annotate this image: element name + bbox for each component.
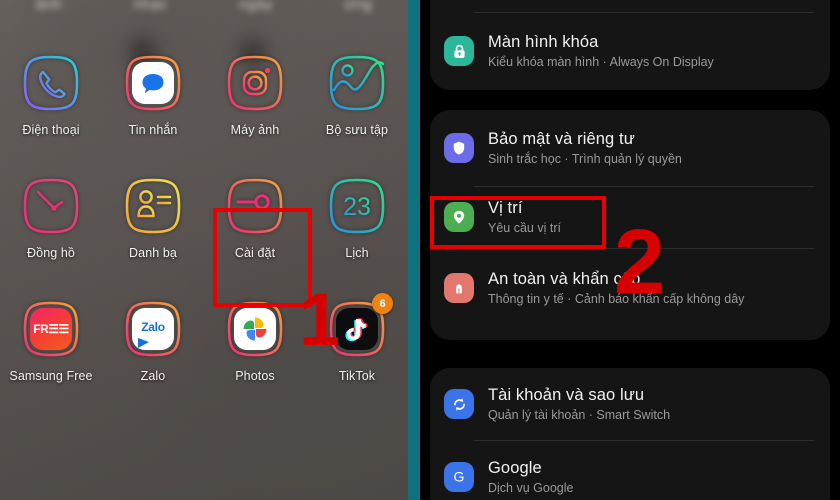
zalo-icon: Zalo — [122, 298, 184, 360]
notification-badge: 6 — [372, 293, 393, 314]
blurred-label: ngày — [238, 0, 274, 13]
settings-item-google[interactable]: G Google Dịch vụ Google — [430, 440, 830, 500]
clock-icon — [20, 175, 82, 237]
app-label: Máy ảnh — [230, 123, 280, 137]
svg-text:G: G — [454, 469, 465, 485]
panel-divider — [408, 0, 420, 500]
svg-text:23: 23 — [343, 193, 371, 221]
settings-item-man-hinh-khoa[interactable]: Màn hình khóa Kiểu khóa màn hình · Alway… — [430, 14, 830, 88]
lock-icon — [444, 36, 474, 66]
settings-item-an-toan-va-khan-cap[interactable]: An toàn và khẩn cấp Thông tin y tế · Cản… — [430, 248, 830, 328]
list-divider — [474, 248, 814, 249]
tutorial-screenshot: ảnh nhạc ngày ứng Điện thoại Tin nhắn Má… — [0, 0, 840, 500]
list-divider — [474, 186, 814, 187]
app-icon-tiktok[interactable]: 6 TikTok — [306, 293, 408, 383]
app-label: Danh bạ — [129, 246, 177, 260]
samsung-free-wordmark: FR☰☰ — [33, 322, 69, 336]
app-icon-bo-suu-tap[interactable]: Bộ sưu tập — [306, 52, 408, 137]
blurred-label: nhạc — [133, 0, 168, 13]
app-label: Photos — [235, 369, 275, 383]
app-icon-cai-dat[interactable]: Cài đặt — [204, 175, 306, 260]
google-photos-icon — [224, 298, 286, 360]
blurred-top-labels: ảnh nhạc ngày ứng — [0, 0, 408, 13]
app-label: Điện thoại — [22, 123, 80, 137]
app-icon-samsung-free[interactable]: FR☰☰ Samsung Free — [0, 298, 102, 383]
settings-item-title: Google — [488, 458, 542, 477]
settings-item-subtitle: Thông tin y tế · Cảnh báo khẩn cấp không… — [488, 292, 745, 307]
samsung-free-icon: FR☰☰ — [20, 298, 82, 360]
settings-icon — [224, 175, 286, 237]
settings-item-vi-tri[interactable]: Vị trí Yêu cầu vị trí — [430, 186, 830, 248]
settings-card-privacy-group: Bảo mật và riêng tư Sinh trắc học · Trìn… — [430, 110, 830, 340]
settings-item-subtitle: Quản lý tài khoản · Smart Switch — [488, 408, 671, 423]
tiktok-icon: 6 — [326, 293, 393, 360]
shield-icon — [444, 133, 474, 163]
blurred-label: ảnh — [35, 0, 63, 13]
app-grid: Điện thoại Tin nhắn Máy ảnh Bộ sưu tập Đ… — [0, 52, 408, 383]
app-label: Đồng hồ — [27, 246, 75, 260]
app-label: Cài đặt — [234, 246, 276, 260]
messages-icon — [122, 52, 184, 114]
blurred-label: ứng — [344, 0, 373, 13]
gallery-icon — [326, 52, 388, 114]
app-icon-lich[interactable]: 23 Lịch — [306, 175, 408, 260]
app-icon-tin-nhan[interactable]: Tin nhắn — [102, 52, 204, 137]
app-icon-dien-thoai[interactable]: Điện thoại — [0, 52, 102, 137]
app-icon-zalo[interactable]: Zalo Zalo — [102, 298, 204, 383]
settings-item-subtitle: Kiểu khóa màn hình · Always On Display — [488, 55, 714, 70]
settings-item-title: Vị trí — [488, 198, 523, 217]
settings-item-subtitle: Sinh trắc học · Trình quản lý quyền — [488, 152, 682, 167]
phone-icon — [20, 52, 82, 114]
zalo-wordmark: Zalo — [141, 320, 165, 334]
list-divider — [474, 440, 814, 441]
app-icon-photos[interactable]: Photos — [204, 298, 306, 383]
app-label: Lịch — [345, 246, 369, 260]
settings-item-title: An toàn và khẩn cấp — [488, 269, 641, 288]
settings-item-subtitle: Yêu cầu vị trí — [488, 221, 561, 236]
calendar-icon: 23 — [326, 175, 388, 237]
home-screen-panel: ảnh nhạc ngày ứng Điện thoại Tin nhắn Má… — [0, 0, 408, 500]
settings-item-bao-mat-va-rieng-tu[interactable]: Bảo mật và riêng tư Sinh trắc học · Trìn… — [430, 110, 830, 186]
sync-icon — [444, 389, 474, 419]
emergency-icon — [444, 273, 474, 303]
settings-card-accounts-group: Tài khoản và sao lưu Quản lý tài khoản ·… — [430, 368, 830, 500]
settings-item-subtitle: Dịch vụ Google — [488, 481, 574, 496]
app-icon-dong-ho[interactable]: Đồng hồ — [0, 175, 102, 260]
settings-item-tai-khoan-va-sao-luu[interactable]: Tài khoản và sao lưu Quản lý tài khoản ·… — [430, 368, 830, 440]
settings-item-title: Bảo mật và riêng tư — [488, 129, 635, 148]
app-icon-may-anh[interactable]: Máy ảnh — [204, 52, 306, 137]
settings-item-title: Tài khoản và sao lưu — [488, 385, 645, 404]
app-label: Bộ sưu tập — [325, 123, 389, 137]
app-icon-danh-ba[interactable]: Danh bạ — [102, 175, 204, 260]
settings-panel: Màn hình khóa Kiểu khóa màn hình · Alway… — [420, 0, 840, 500]
app-label: TikTok — [338, 369, 376, 383]
location-pin-icon — [444, 202, 474, 232]
app-label: Samsung Free — [9, 369, 93, 383]
settings-card-lockscreen: Màn hình khóa Kiểu khóa màn hình · Alway… — [430, 0, 830, 90]
camera-icon — [224, 52, 286, 114]
settings-item-title: Màn hình khóa — [488, 32, 599, 51]
app-label: Tin nhắn — [128, 123, 178, 137]
google-g-icon: G — [444, 462, 474, 492]
contacts-icon — [122, 175, 184, 237]
list-divider — [474, 12, 814, 13]
app-label: Zalo — [140, 369, 166, 383]
